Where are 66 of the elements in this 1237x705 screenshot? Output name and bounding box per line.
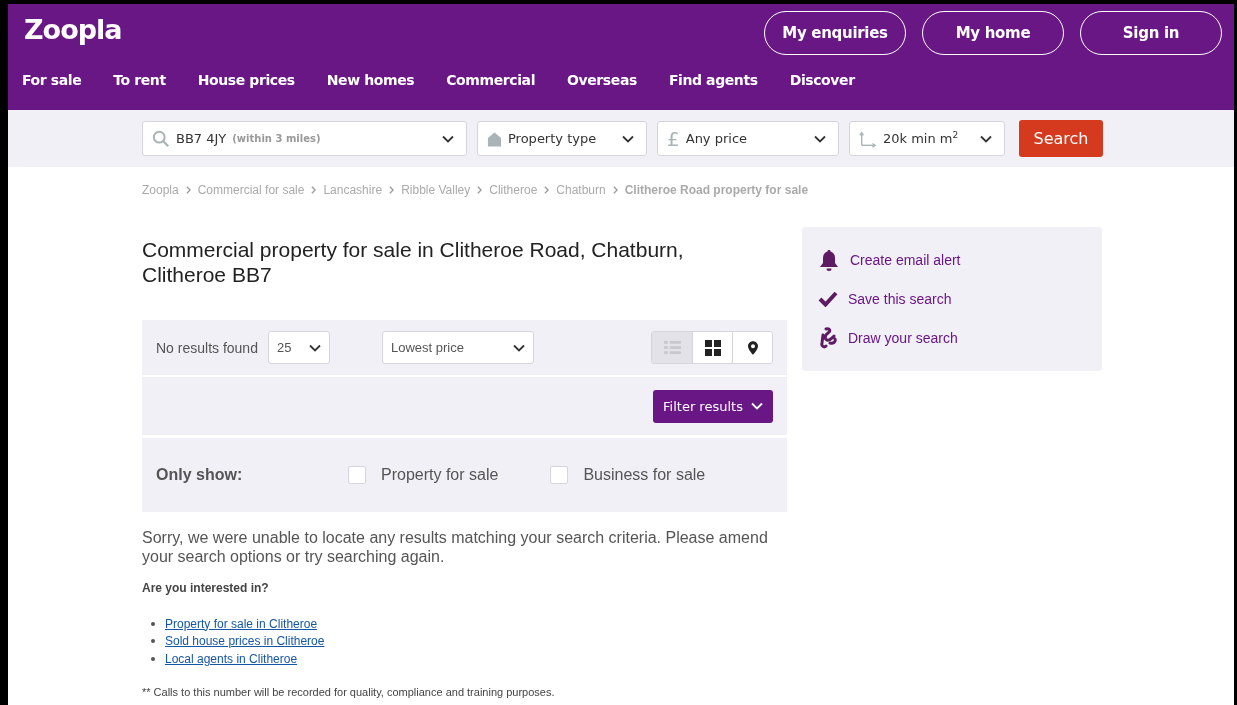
suggestion-link[interactable]: Sold house prices in Clitheroe xyxy=(165,634,325,649)
footnote: ** Calls to this number will be recorded for quality, compliance and training purposes. xyxy=(142,685,556,698)
dropdown-field[interactable]: 20k min m$^{2}$ xyxy=(849,121,1005,156)
view-toggle[interactable] xyxy=(732,332,772,363)
nav-link[interactable]: For sale xyxy=(22,72,98,88)
chevron-down-icon xyxy=(980,134,992,143)
action-link[interactable]: Save this search xyxy=(818,279,1086,319)
page-title: Commercial property for sale in Clitheroe Road, Chatburn, Clitheroe BB7 xyxy=(142,237,685,287)
nav-link[interactable]: Find agents xyxy=(668,72,774,88)
nav-link[interactable]: Discover xyxy=(789,72,871,88)
per-page-select[interactable]: 25 xyxy=(267,331,330,364)
map-pin-icon xyxy=(747,340,758,355)
resize-arrows-icon xyxy=(859,129,877,148)
house-icon xyxy=(487,130,502,147)
chevron-right-icon xyxy=(612,186,618,194)
checkbox[interactable] xyxy=(550,466,569,484)
chevron-down-icon xyxy=(622,134,634,143)
checkmark-icon xyxy=(818,291,838,307)
nav-link[interactable]: Overseas xyxy=(567,72,653,88)
checkbox-label: Property for sale xyxy=(381,466,499,484)
chevron-down-icon xyxy=(442,134,454,143)
suggestion-link[interactable]: Local agents in Clitheroe xyxy=(165,651,298,666)
action-link[interactable]: Create email alert xyxy=(818,241,1086,280)
chevron-down-icon xyxy=(750,402,763,410)
bullet-dot xyxy=(151,621,155,626)
search-button[interactable]: Search xyxy=(1019,120,1103,157)
dropdown-field[interactable]: BB7 4JY (within 3 miles) xyxy=(142,121,467,156)
sort-select[interactable]: Lowest price xyxy=(381,331,534,364)
price-label: Any price xyxy=(685,131,748,146)
view-toggle[interactable] xyxy=(692,332,732,363)
filter-results-button[interactable]: Filter results xyxy=(653,389,773,423)
chevron-down-icon xyxy=(814,134,826,143)
bullet-dot xyxy=(151,656,155,661)
view-toggle[interactable] xyxy=(652,332,692,363)
only-show-label: Only show: xyxy=(156,466,244,484)
nav-link[interactable]: New homes xyxy=(326,72,431,88)
suggestions-heading: Are you interested in? xyxy=(142,581,270,595)
bullet-dot xyxy=(151,639,155,644)
checkbox[interactable] xyxy=(348,466,366,484)
search-icon xyxy=(152,129,170,148)
chevron-right-icon xyxy=(477,186,483,194)
list-view-icon xyxy=(663,340,681,355)
no-results-message: Sorry, we were unable to locate any results matching your search criteria. Please amend your search options or try searching again. xyxy=(142,528,769,566)
chevron-down-icon xyxy=(512,343,525,352)
currency-icon: £ xyxy=(667,128,680,149)
nav-link[interactable]: Commercial xyxy=(446,72,552,88)
results-count: No results found xyxy=(156,339,258,356)
chevron-down-icon xyxy=(308,343,321,352)
nav-link[interactable]: To rent xyxy=(113,72,182,88)
checkbox-label: Business for sale xyxy=(583,466,706,484)
chevron-right-icon xyxy=(185,186,191,194)
location-hint: (within 3 miles) xyxy=(232,133,321,144)
location-value: BB7 4JY xyxy=(176,131,227,146)
chevron-right-icon xyxy=(544,186,550,194)
dropdown-field[interactable]: Property type xyxy=(477,121,647,156)
grid-view-icon xyxy=(704,339,721,356)
bell-icon xyxy=(818,249,840,272)
property-type-label: Property type xyxy=(508,131,597,146)
logo[interactable]: Zoopla xyxy=(24,14,122,45)
action-link[interactable]: Draw your search xyxy=(818,318,1086,357)
size-label: 20k min m$^{2}$ xyxy=(883,130,959,147)
dropdown-field[interactable]: £ Any price xyxy=(657,121,839,156)
nav-link[interactable]: House prices xyxy=(197,72,311,88)
suggestion-link[interactable]: Property for sale in Clitheroe xyxy=(165,616,318,631)
chevron-right-icon xyxy=(311,186,317,194)
chevron-right-icon xyxy=(389,186,395,194)
